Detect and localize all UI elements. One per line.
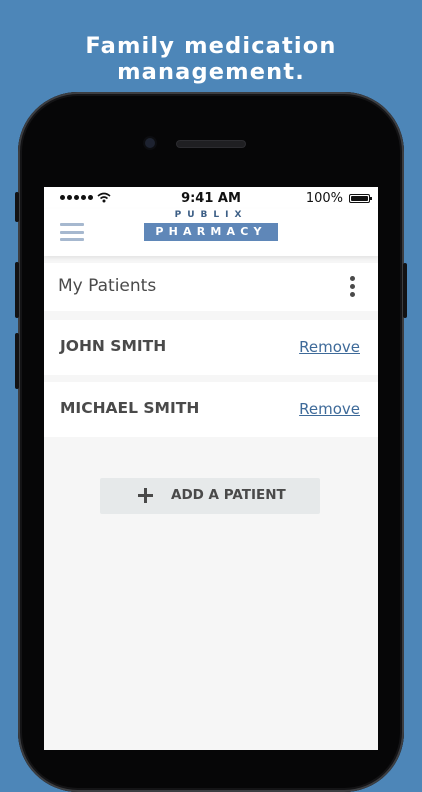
volume-down-button — [15, 333, 19, 389]
more-vertical-icon[interactable] — [350, 276, 356, 300]
pharmacy-logo: PHARMACY — [144, 223, 278, 241]
app-screen: 9:41 AM 100% PUBLIX PHARMACY My Patients… — [44, 187, 378, 750]
add-patient-label: ADD A PATIENT — [171, 487, 286, 503]
front-camera — [145, 138, 155, 148]
patient-name: JOHN SMITH — [60, 337, 167, 355]
remove-patient-link[interactable]: Remove — [299, 400, 360, 418]
status-bar: 9:41 AM 100% — [44, 187, 378, 209]
remove-patient-link[interactable]: Remove — [299, 338, 360, 356]
page-title: My Patients — [58, 276, 157, 296]
add-patient-button[interactable]: ADD A PATIENT — [100, 478, 320, 514]
patient-row: JOHN SMITH Remove — [44, 320, 378, 375]
headline: Family medication management. — [85, 33, 337, 85]
battery-percentage: 100% — [305, 191, 343, 206]
patient-name: MICHAEL SMITH — [60, 399, 200, 417]
volume-up-button — [15, 262, 19, 318]
earpiece-speaker — [177, 141, 245, 147]
mute-switch — [15, 192, 19, 222]
app-header: PUBLIX PHARMACY — [44, 209, 378, 256]
patient-row: MICHAEL SMITH Remove — [44, 382, 378, 437]
hamburger-menu-icon[interactable] — [60, 223, 84, 241]
power-button — [403, 263, 407, 318]
patients-header: My Patients — [44, 263, 378, 311]
plus-icon — [138, 488, 153, 503]
logo-top-text: PUBLIX — [174, 210, 248, 220]
battery-icon — [349, 194, 372, 203]
